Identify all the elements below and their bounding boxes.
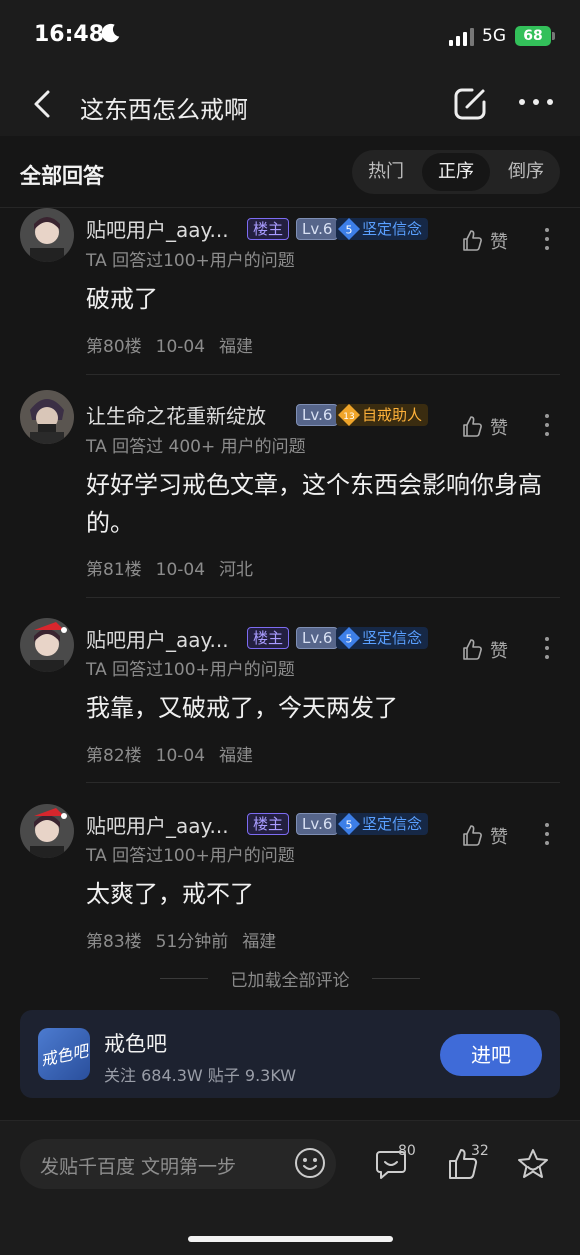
- level-badge: Lv.6: [296, 627, 339, 649]
- comment-location: 河北: [219, 560, 254, 580]
- host-badge: 楼主: [247, 627, 290, 649]
- network-type: 5G: [482, 26, 506, 46]
- tab-ascending[interactable]: 正序: [422, 153, 490, 191]
- forum-logo: 戒色吧: [38, 1028, 90, 1080]
- answer-count: TA 回答过100+用户的问题: [86, 660, 295, 680]
- back-icon[interactable]: [30, 88, 56, 120]
- emoji-icon[interactable]: [294, 1147, 326, 1179]
- bottom-bar: 发贴千百度 文明第一步 80 32: [0, 1120, 580, 1255]
- avatar[interactable]: [20, 208, 74, 262]
- like-button[interactable]: 赞: [460, 414, 508, 440]
- level-badge: Lv.6: [296, 404, 339, 426]
- comment-meta: 第81楼 10-04 河北: [86, 555, 267, 580]
- answers-header: 全部回答 热门 正序 倒序: [0, 136, 580, 208]
- battery-icon: 68: [515, 26, 551, 46]
- divider: [86, 782, 560, 783]
- comment-location: 福建: [242, 932, 277, 952]
- thumbs-up-icon: [463, 416, 482, 437]
- comment-count: 80: [398, 1143, 416, 1159]
- username[interactable]: 贴吧用户_aay...: [86, 214, 229, 243]
- comment-date: 51分钟前: [155, 932, 229, 952]
- answer-count: TA 回答过 400+ 用户的问题: [86, 437, 306, 457]
- all-loaded-text: 已加载全部评论: [230, 971, 350, 991]
- floor-number: 第82楼: [86, 746, 142, 766]
- star-icon[interactable]: [516, 1147, 550, 1181]
- diamond-icon: 5: [338, 813, 360, 835]
- thumbs-up-icon: [463, 639, 482, 660]
- divider: [86, 597, 560, 598]
- battery-level: 68: [523, 28, 543, 44]
- comment-date: 10-04: [155, 746, 206, 766]
- home-indicator: [188, 1236, 393, 1242]
- comment-body: 太爽了，戒不了: [86, 880, 254, 908]
- more-icon[interactable]: [518, 94, 554, 110]
- host-badge: 楼主: [247, 218, 290, 240]
- diamond-icon: 5: [338, 218, 360, 240]
- answer-count: TA 回答过100+用户的问题: [86, 846, 295, 866]
- all-loaded-notice: 已加载全部评论: [0, 966, 580, 991]
- enter-forum-button[interactable]: 进吧: [440, 1034, 542, 1076]
- like-label: 赞: [490, 827, 508, 848]
- like-label: 赞: [490, 232, 508, 253]
- comment-body: 破戒了: [86, 285, 158, 313]
- floor-number: 第83楼: [86, 932, 142, 952]
- like-label: 赞: [490, 641, 508, 662]
- status-time: 16:48: [34, 22, 105, 47]
- diamond-icon: 13: [338, 404, 360, 426]
- answer-count: TA 回答过100+用户的问题: [86, 251, 295, 271]
- avatar[interactable]: [20, 618, 74, 672]
- edit-share-icon[interactable]: [452, 86, 488, 122]
- divider: [86, 374, 560, 375]
- more-options-icon[interactable]: [545, 823, 549, 845]
- comment-meta: 第80楼 10-04 福建: [86, 332, 267, 357]
- svg-text:5: 5: [346, 819, 353, 832]
- comment-location: 福建: [219, 746, 254, 766]
- like-count: 32: [471, 1143, 489, 1159]
- more-options-icon[interactable]: [545, 228, 549, 250]
- thumbs-up-icon: [463, 230, 482, 251]
- more-options-icon[interactable]: [545, 637, 549, 659]
- nav-bar: 这东西怎么戒啊: [0, 72, 580, 136]
- forum-card[interactable]: 戒色吧 戒色吧 关注 684.3W 贴子 9.3KW 进吧: [20, 1010, 560, 1098]
- tab-hot[interactable]: 热门: [352, 153, 420, 191]
- comment-date: 10-04: [155, 337, 206, 357]
- section-heading: 全部回答: [20, 164, 104, 188]
- moon-icon: [101, 23, 120, 43]
- comment-body: 好好学习戒色文章，这个东西会影响你身高的。: [86, 471, 542, 537]
- status-bar: 16:48 5G 68: [0, 0, 580, 72]
- svg-text:5: 5: [346, 633, 353, 646]
- forum-name: 戒色吧: [104, 1032, 167, 1056]
- more-options-icon[interactable]: [545, 414, 549, 436]
- like-label: 赞: [490, 418, 508, 439]
- level-badge: Lv.6: [296, 218, 339, 240]
- reply-input[interactable]: 发贴千百度 文明第一步: [20, 1139, 336, 1189]
- comment-meta: 第83楼 51分钟前 福建: [86, 927, 290, 952]
- sort-switch: 热门 正序 倒序: [352, 150, 560, 194]
- comment-meta: 第82楼 10-04 福建: [86, 741, 267, 766]
- diamond-icon: 5: [338, 627, 360, 649]
- floor-number: 第80楼: [86, 337, 142, 357]
- like-button[interactable]: 赞: [460, 823, 508, 849]
- level-badge: Lv.6: [296, 813, 339, 835]
- avatar[interactable]: [20, 390, 74, 444]
- host-badge: 楼主: [247, 813, 290, 835]
- comment-location: 福建: [219, 337, 254, 357]
- avatar[interactable]: [20, 804, 74, 858]
- like-button[interactable]: 赞: [460, 637, 508, 663]
- floor-number: 第81楼: [86, 560, 142, 580]
- reply-placeholder: 发贴千百度 文明第一步: [40, 1156, 237, 1178]
- thumbs-up-icon: [463, 825, 482, 846]
- comment-body: 我靠，又破戒了，今天两发了: [86, 694, 398, 722]
- page-title: 这东西怎么戒啊: [80, 96, 248, 124]
- signal-icon: [449, 28, 474, 46]
- username[interactable]: 贴吧用户_aay...: [86, 624, 229, 653]
- username[interactable]: 让生命之花重新绽放: [86, 400, 266, 429]
- comment-date: 10-04: [155, 560, 206, 580]
- username[interactable]: 贴吧用户_aay...: [86, 810, 229, 839]
- forum-stats: 关注 684.3W 贴子 9.3KW: [104, 1066, 297, 1085]
- like-button[interactable]: 赞: [460, 228, 508, 254]
- tab-descending[interactable]: 倒序: [492, 153, 560, 191]
- svg-text:13: 13: [343, 412, 354, 422]
- svg-text:5: 5: [346, 224, 353, 237]
